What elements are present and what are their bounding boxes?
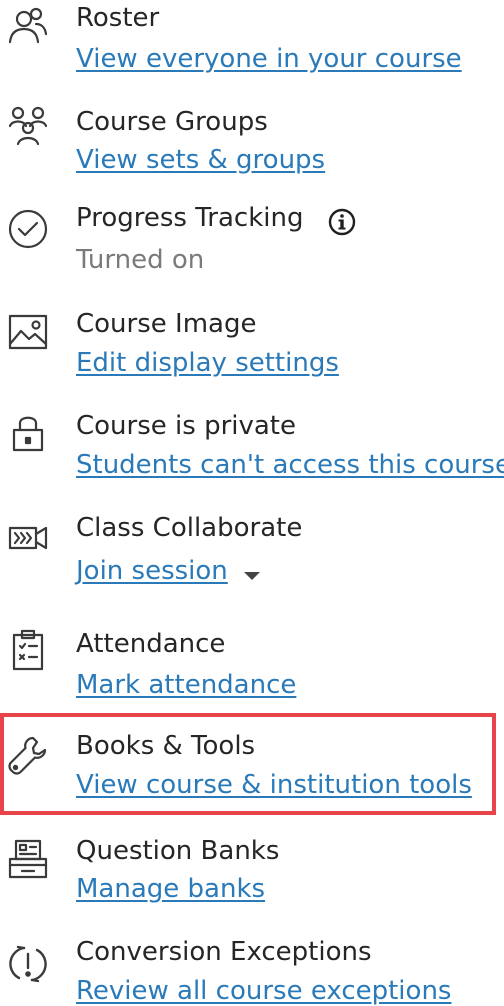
books-tools-title: Books & Tools [76,731,256,761]
course-privacy-item: Course is private Students can't access … [0,408,504,508]
checkmark-circle-icon [6,207,50,251]
roster-item: Roster View everyone in your course [0,0,504,100]
attendance-link[interactable]: Mark attendance [76,669,296,701]
class-collaborate-title: Class Collaborate [76,513,303,543]
chevron-down-icon[interactable] [244,572,260,580]
progress-tracking-item: Progress Tracking Turned on [0,200,504,300]
question-banks-item: Question Banks Manage banks [0,833,504,933]
attendance-item: Attendance Mark attendance [0,626,504,726]
course-privacy-link[interactable]: Students can't access this course [76,449,504,481]
question-banks-title: Question Banks [76,836,280,866]
conversion-exceptions-link[interactable]: Review all course exceptions [76,975,451,1006]
course-details-panel: Roster View everyone in your course Cour… [0,0,504,1006]
books-tools-item: Books & Tools View course & institution … [0,728,504,828]
class-collaborate-item: Class Collaborate Join session [0,510,504,610]
progress-tracking-status: Turned on [76,245,205,275]
exclamation-sync-icon [6,942,50,986]
image-icon [6,310,50,354]
course-groups-link[interactable]: View sets & groups [76,144,325,176]
video-session-icon [6,516,50,560]
wrench-icon [6,734,50,778]
books-tools-link[interactable]: View course & institution tools [76,769,472,801]
info-icon[interactable] [328,208,356,236]
people-icon [6,4,50,48]
course-groups-title: Course Groups [76,107,268,137]
lock-icon [6,410,50,454]
clipboard-icon [6,628,50,672]
roster-link[interactable]: View everyone in your course [76,43,462,75]
join-session-link[interactable]: Join session [76,555,228,587]
conversion-exceptions-item: Conversion Exceptions Review all course … [0,934,504,1006]
course-groups-item: Course Groups View sets & groups [0,102,504,202]
groups-icon [6,104,50,148]
question-banks-link[interactable]: Manage banks [76,873,265,905]
archive-box-icon [6,837,50,881]
course-image-link[interactable]: Edit display settings [76,347,339,379]
attendance-title: Attendance [76,629,226,659]
conversion-exceptions-title: Conversion Exceptions [76,937,372,967]
course-image-title: Course Image [76,309,257,339]
course-privacy-title: Course is private [76,411,296,441]
progress-tracking-title: Progress Tracking [76,203,304,233]
course-image-item: Course Image Edit display settings [0,306,504,406]
roster-title: Roster [76,3,160,33]
